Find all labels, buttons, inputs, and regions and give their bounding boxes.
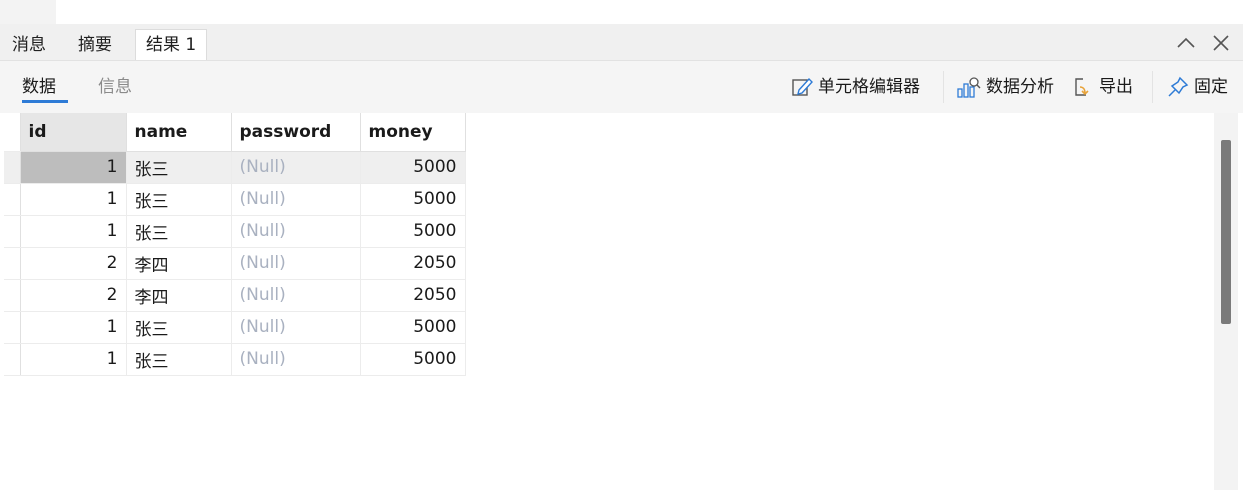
data-grid: id name password money 1 张三 (Null) 5000 1 张三(… bbox=[4, 113, 466, 376]
table-row[interactable]: 2 李四 (Null) 2050 bbox=[4, 279, 466, 312]
cell-editor-button[interactable]: 单元格编辑器 bbox=[790, 73, 920, 101]
cell-money[interactable]: 5000 bbox=[360, 215, 466, 248]
data-analysis-label: 数据分析 bbox=[986, 77, 1054, 97]
row-header[interactable] bbox=[4, 247, 21, 280]
table-row[interactable]: 2 李四 (Null) 2050 bbox=[4, 247, 466, 280]
column-header-id[interactable]: id bbox=[20, 113, 127, 152]
subtab-data-label: 数据 bbox=[22, 77, 56, 97]
subtab-info-label: 信息 bbox=[98, 77, 132, 97]
cell-id[interactable]: 1 bbox=[20, 151, 127, 184]
table-row[interactable]: 1 张三 (Null) 5000 bbox=[4, 215, 466, 248]
subtab-data[interactable]: 数据 bbox=[22, 75, 68, 103]
cell-name[interactable]: 张三 bbox=[126, 215, 232, 248]
cell-money[interactable]: 5000 bbox=[360, 151, 466, 184]
export-button[interactable]: 导出 bbox=[1071, 73, 1133, 101]
row-header[interactable] bbox=[4, 311, 21, 344]
cell-money[interactable]: 2050 bbox=[360, 247, 466, 280]
cell-money[interactable]: 5000 bbox=[360, 183, 466, 216]
cell-name[interactable]: 李四 bbox=[126, 279, 232, 312]
table-row[interactable]: 1 张三 (Null) 5000 bbox=[4, 151, 466, 184]
row-header[interactable] bbox=[4, 215, 21, 248]
grid-header-row: id name password money bbox=[4, 113, 466, 152]
column-header-name[interactable]: name bbox=[126, 113, 232, 152]
result-toolbar: 数据 信息 单元格编辑器 数据分析 导出 固定 bbox=[0, 61, 1243, 113]
tab-messages[interactable]: 消息 bbox=[2, 30, 56, 60]
top-left-block bbox=[0, 0, 56, 24]
close-icon[interactable] bbox=[1210, 32, 1232, 54]
cell-money[interactable]: 5000 bbox=[360, 311, 466, 344]
cell-password[interactable]: (Null) bbox=[231, 279, 361, 312]
cell-name[interactable]: 张三 bbox=[126, 343, 232, 376]
table-row[interactable]: 1 张三 (Null) 5000 bbox=[4, 183, 466, 216]
active-subtab-underline bbox=[22, 100, 68, 103]
table-row[interactable]: 1 张三 (Null) 5000 bbox=[4, 343, 466, 376]
data-grid-area: id name password money 1 张三 (Null) 5000 1 张三(… bbox=[4, 113, 1214, 490]
row-header[interactable] bbox=[4, 151, 21, 184]
toolbar-divider bbox=[943, 71, 944, 103]
cell-name[interactable]: 张三 bbox=[126, 311, 232, 344]
data-analysis-button[interactable]: 数据分析 bbox=[956, 73, 1054, 101]
cell-id[interactable]: 1 bbox=[20, 183, 127, 216]
cell-id[interactable]: 1 bbox=[20, 311, 127, 344]
pin-label: 固定 bbox=[1194, 77, 1228, 97]
cell-id[interactable]: 2 bbox=[20, 247, 127, 280]
chevron-up-icon[interactable] bbox=[1175, 32, 1197, 54]
top-strip bbox=[0, 0, 1243, 24]
column-header-password[interactable]: password bbox=[231, 113, 361, 152]
cell-password[interactable]: (Null) bbox=[231, 247, 361, 280]
scrollbar-thumb[interactable] bbox=[1221, 140, 1231, 324]
cell-password[interactable]: (Null) bbox=[231, 183, 361, 216]
cell-name[interactable]: 李四 bbox=[126, 247, 232, 280]
cell-id[interactable]: 2 bbox=[20, 279, 127, 312]
row-header[interactable] bbox=[4, 183, 21, 216]
cell-id[interactable]: 1 bbox=[20, 343, 127, 376]
cell-name[interactable]: 张三 bbox=[126, 183, 232, 216]
cell-money[interactable]: 5000 bbox=[360, 343, 466, 376]
export-label: 导出 bbox=[1099, 77, 1133, 97]
row-header[interactable] bbox=[4, 343, 21, 376]
table-row[interactable]: 1 张三 (Null) 5000 bbox=[4, 311, 466, 344]
cell-editor-label: 单元格编辑器 bbox=[818, 77, 920, 97]
pencil-edit-icon bbox=[792, 77, 813, 96]
column-header-money[interactable]: money bbox=[360, 113, 466, 152]
cell-id[interactable]: 1 bbox=[20, 215, 127, 248]
pin-icon bbox=[1168, 76, 1189, 97]
export-icon bbox=[1075, 78, 1089, 96]
bar-chart-search-icon bbox=[957, 77, 981, 98]
row-header[interactable] bbox=[4, 279, 21, 312]
tab-summary[interactable]: 摘要 bbox=[68, 30, 122, 60]
cell-password[interactable]: (Null) bbox=[231, 343, 361, 376]
row-header-corner bbox=[4, 113, 21, 152]
result-tab-bar: 消息 摘要 结果 1 bbox=[0, 24, 1243, 61]
cell-password[interactable]: (Null) bbox=[231, 215, 361, 248]
cell-password[interactable]: (Null) bbox=[231, 311, 361, 344]
tab-result-1[interactable]: 结果 1 bbox=[135, 29, 208, 60]
pin-button[interactable]: 固定 bbox=[1166, 73, 1228, 101]
cell-money[interactable]: 2050 bbox=[360, 279, 466, 312]
toolbar-divider bbox=[1152, 71, 1153, 103]
cell-password[interactable]: (Null) bbox=[231, 151, 361, 184]
cell-name[interactable]: 张三 bbox=[126, 151, 232, 184]
subtab-info[interactable]: 信息 bbox=[98, 75, 132, 103]
